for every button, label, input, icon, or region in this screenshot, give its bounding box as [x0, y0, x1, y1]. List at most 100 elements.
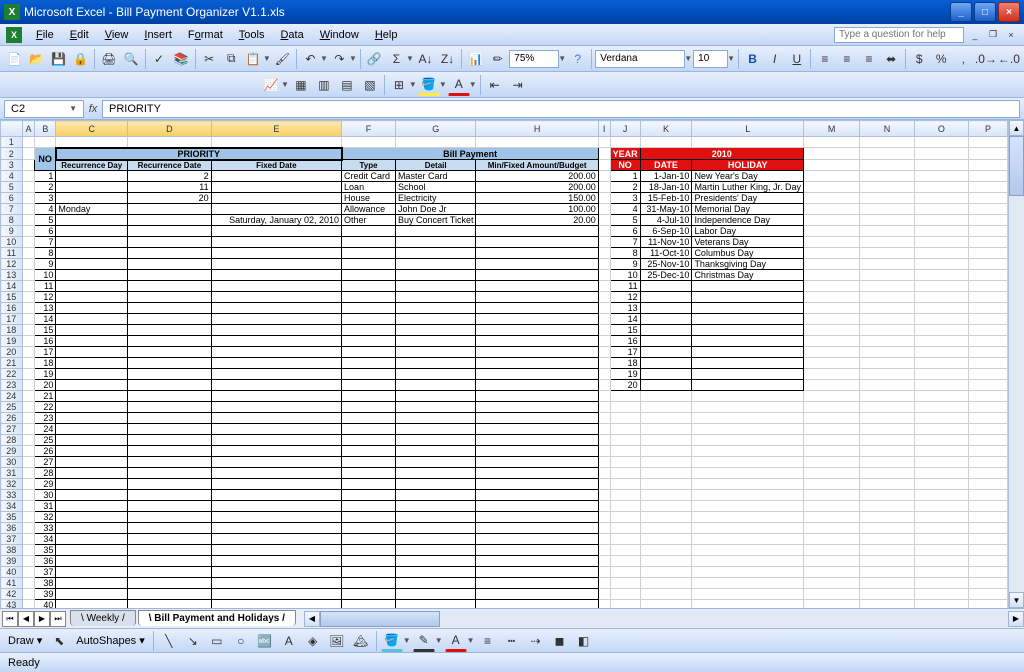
cell-B12[interactable]: 9	[35, 259, 56, 270]
cell-C13[interactable]	[56, 270, 128, 281]
cell-E37[interactable]	[211, 534, 341, 545]
row-header-21[interactable]: 21	[1, 358, 23, 369]
cell-G18[interactable]	[395, 325, 476, 336]
cell-F19[interactable]	[342, 336, 396, 347]
cell-I3[interactable]	[598, 160, 610, 171]
cell-F29[interactable]	[342, 446, 396, 457]
cell-B11[interactable]: 8	[35, 248, 56, 259]
percent-button[interactable]: %	[931, 48, 952, 70]
cell-N42[interactable]	[860, 589, 914, 600]
cell-H1[interactable]	[476, 137, 598, 148]
print-button[interactable]: 🖨	[98, 48, 119, 70]
cell-L26[interactable]	[692, 413, 804, 424]
cell-I24[interactable]	[598, 391, 610, 402]
cell-I5[interactable]	[598, 182, 610, 193]
cell-O42[interactable]	[914, 589, 968, 600]
row-header-18[interactable]: 18	[1, 325, 23, 336]
cell-I8[interactable]	[598, 215, 610, 226]
cell-K14[interactable]	[640, 281, 692, 292]
cell-N34[interactable]	[860, 501, 914, 512]
cell-A12[interactable]	[22, 259, 35, 270]
cell-M28[interactable]	[803, 435, 859, 446]
cell-G28[interactable]	[395, 435, 476, 446]
cell-E42[interactable]	[211, 589, 341, 600]
cell-K15[interactable]	[640, 292, 692, 303]
row-header-42[interactable]: 42	[1, 589, 23, 600]
cell-H16[interactable]	[476, 303, 598, 314]
cell-B7[interactable]: 4	[35, 204, 56, 215]
cell-M13[interactable]	[803, 270, 859, 281]
cell-L10[interactable]: Veterans Day	[692, 237, 804, 248]
cell-K3[interactable]: DATE	[640, 160, 692, 171]
rectangle-button[interactable]: ▭	[206, 630, 228, 652]
cell-O17[interactable]	[914, 314, 968, 325]
cell-A39[interactable]	[22, 556, 35, 567]
cell-N32[interactable]	[860, 479, 914, 490]
italic-button[interactable]: I	[764, 48, 785, 70]
cell-H38[interactable]	[476, 545, 598, 556]
doc-restore-button[interactable]: ❐	[986, 28, 1000, 42]
cell-C2[interactable]: PRIORITY	[56, 148, 342, 160]
cell-L43[interactable]	[692, 600, 804, 609]
cell-E29[interactable]	[211, 446, 341, 457]
increase-indent-button[interactable]: ⇥	[507, 74, 529, 96]
cell-P21[interactable]	[969, 358, 1008, 369]
cell-M43[interactable]	[803, 600, 859, 609]
cell-F13[interactable]	[342, 270, 396, 281]
font-select[interactable]	[595, 50, 685, 68]
cell-G41[interactable]	[395, 578, 476, 589]
cell-O6[interactable]	[914, 193, 968, 204]
cell-H33[interactable]	[476, 490, 598, 501]
cell-H19[interactable]	[476, 336, 598, 347]
cell-C11[interactable]	[56, 248, 128, 259]
cell-M31[interactable]	[803, 468, 859, 479]
cell-J21[interactable]: 18	[610, 358, 640, 369]
cell-B14[interactable]: 11	[35, 281, 56, 292]
cell-L1[interactable]	[692, 137, 804, 148]
cell-F20[interactable]	[342, 347, 396, 358]
tool3-button[interactable]: ▥	[313, 74, 335, 96]
cell-P5[interactable]	[969, 182, 1008, 193]
cell-G43[interactable]	[395, 600, 476, 609]
cell-D43[interactable]	[128, 600, 211, 609]
cell-E6[interactable]	[211, 193, 341, 204]
menu-window[interactable]: Window	[312, 27, 367, 43]
cell-C37[interactable]	[56, 534, 128, 545]
cell-M30[interactable]	[803, 457, 859, 468]
cell-H28[interactable]	[476, 435, 598, 446]
cell-I4[interactable]	[598, 171, 610, 182]
cell-C20[interactable]	[56, 347, 128, 358]
cell-K42[interactable]	[640, 589, 692, 600]
row-header-36[interactable]: 36	[1, 523, 23, 534]
row-header-9[interactable]: 9	[1, 226, 23, 237]
cell-N35[interactable]	[860, 512, 914, 523]
cell-L39[interactable]	[692, 556, 804, 567]
cell-D3[interactable]: Recurrence Date	[128, 160, 211, 171]
scroll-down-button[interactable]: ▼	[1009, 592, 1024, 608]
col-header-I[interactable]: I	[598, 121, 610, 137]
cell-F35[interactable]	[342, 512, 396, 523]
cell-N5[interactable]	[860, 182, 914, 193]
cell-G19[interactable]	[395, 336, 476, 347]
cell-C18[interactable]	[56, 325, 128, 336]
cell-I21[interactable]	[598, 358, 610, 369]
spreadsheet-grid[interactable]: ABCDEFGHIJKLMNOP12NOPRIORITYBill Payment…	[0, 120, 1024, 608]
col-header-D[interactable]: D	[128, 121, 211, 137]
cell-D38[interactable]	[128, 545, 211, 556]
cell-M11[interactable]	[803, 248, 859, 259]
cell-H8[interactable]: 20.00	[476, 215, 598, 226]
cell-E19[interactable]	[211, 336, 341, 347]
cell-M1[interactable]	[803, 137, 859, 148]
cell-M34[interactable]	[803, 501, 859, 512]
cell-I43[interactable]	[598, 600, 610, 609]
cell-E38[interactable]	[211, 545, 341, 556]
cell-P4[interactable]	[969, 171, 1008, 182]
diagram-button[interactable]: ◈	[302, 630, 324, 652]
cell-F10[interactable]	[342, 237, 396, 248]
cell-J16[interactable]: 13	[610, 303, 640, 314]
cell-D26[interactable]	[128, 413, 211, 424]
hyperlink-button[interactable]: 🔗	[364, 48, 385, 70]
cell-O35[interactable]	[914, 512, 968, 523]
cell-O3[interactable]	[914, 160, 968, 171]
cell-G5[interactable]: School	[395, 182, 476, 193]
